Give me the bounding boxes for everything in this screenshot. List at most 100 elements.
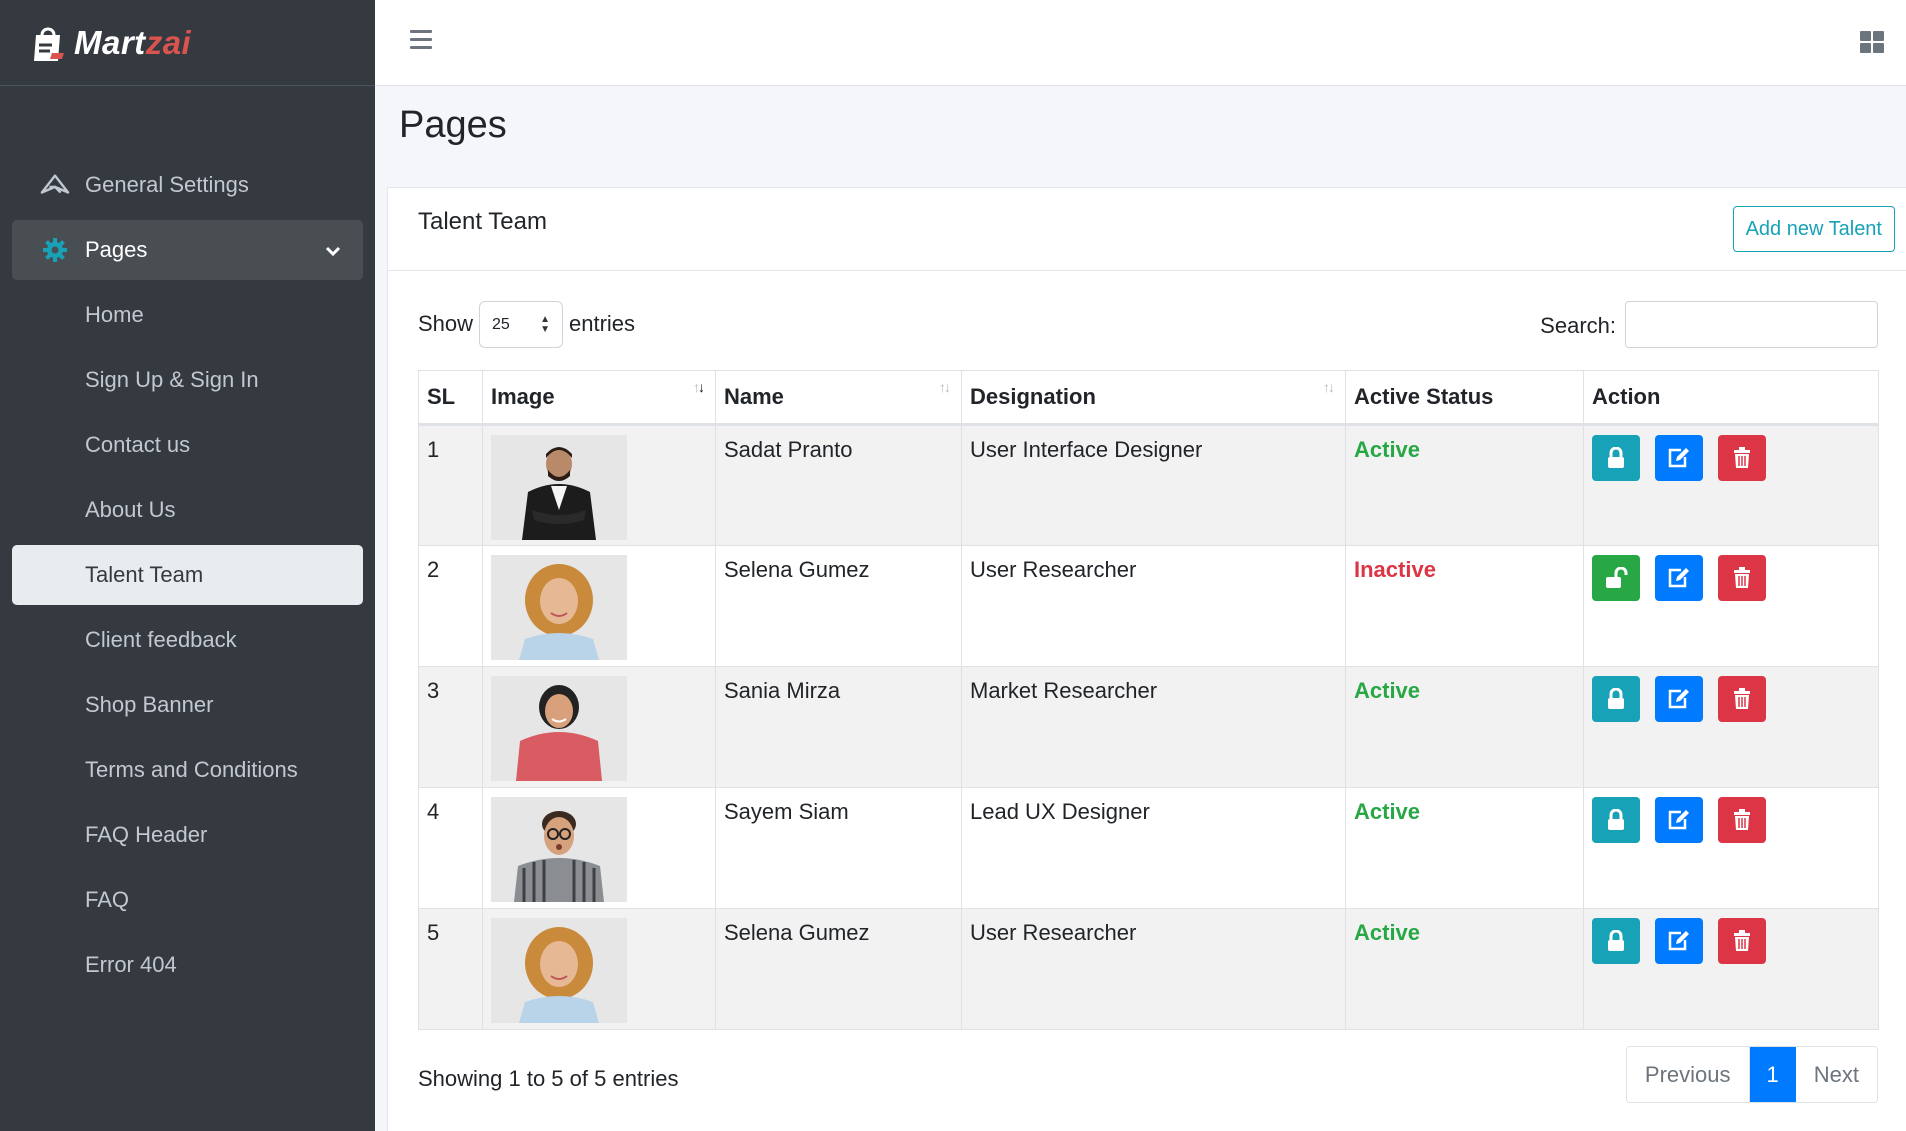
- cell-action: [1583, 908, 1879, 1030]
- sidebar-item-label: Client feedback: [85, 627, 237, 652]
- lock-icon: [1608, 447, 1624, 468]
- edit-button[interactable]: [1655, 435, 1703, 481]
- delete-button[interactable]: [1718, 676, 1766, 722]
- edit-icon: [1668, 448, 1689, 468]
- sidebar-item-client-feedback[interactable]: Client feedback: [12, 610, 363, 670]
- sidebar-item-home[interactable]: Home: [12, 285, 363, 345]
- chevron-down-icon: [325, 237, 341, 263]
- edit-button[interactable]: [1655, 797, 1703, 843]
- talent-photo: [491, 555, 627, 660]
- cell-sl: 4: [418, 787, 483, 909]
- sidebar-item-sign-up-sign-in[interactable]: Sign Up & Sign In: [12, 350, 363, 410]
- cell-status: Active: [1345, 908, 1584, 1030]
- entries-label: entries: [569, 311, 636, 336]
- sidebar-item-talent-team[interactable]: Talent Team: [12, 545, 363, 605]
- trash-icon: [1734, 567, 1750, 588]
- lock-button[interactable]: [1592, 676, 1640, 722]
- cell-action: [1583, 666, 1879, 788]
- cell-name: Sayem Siam: [715, 787, 962, 909]
- lock-icon: [1608, 688, 1624, 709]
- column-header-label: Image: [491, 384, 555, 409]
- search-label: Search:: [1540, 313, 1616, 338]
- talent-photo: [491, 676, 627, 781]
- sidebar-item-general-settings[interactable]: General Settings: [12, 155, 363, 215]
- status-badge: Inactive: [1354, 557, 1436, 582]
- talent-photo: [491, 918, 627, 1023]
- sidebar-item-label: FAQ: [85, 887, 130, 912]
- cell-sl: 5: [418, 908, 483, 1030]
- delete-button[interactable]: [1718, 918, 1766, 964]
- talent-photo: [491, 435, 627, 540]
- cell-status: Inactive: [1345, 545, 1584, 667]
- lock-button[interactable]: [1592, 435, 1640, 481]
- sort-arrows-icon: ↑↓: [693, 379, 705, 395]
- sidebar-item-contact-us[interactable]: Contact us: [12, 415, 363, 475]
- sidebar-item-label: Shop Banner: [85, 692, 214, 717]
- add-new-talent-button[interactable]: Add new Talent: [1732, 206, 1895, 252]
- sidebar-item-label: Contact us: [85, 432, 191, 457]
- column-header-action[interactable]: Action: [1583, 370, 1879, 426]
- sidebar-item-shop-banner[interactable]: Shop Banner: [12, 675, 363, 735]
- entries-per-page-select[interactable]: 25 ▲ ▼: [479, 301, 563, 348]
- edit-button[interactable]: [1655, 918, 1703, 964]
- lock-icon: [1608, 930, 1624, 951]
- unlock-button[interactable]: [1592, 555, 1640, 601]
- show-label: Show: [418, 311, 474, 336]
- next-page-button[interactable]: Next: [1795, 1047, 1877, 1102]
- column-header-designation[interactable]: Designation ↑↓: [961, 370, 1346, 426]
- page-1-button[interactable]: 1: [1749, 1047, 1796, 1102]
- table-row: 5 Selena Gumez User Researcher Active: [418, 908, 1879, 1030]
- edit-button[interactable]: [1655, 555, 1703, 601]
- sidebar-item-faq[interactable]: FAQ: [12, 870, 363, 930]
- top-navbar: [375, 0, 1906, 86]
- trash-icon: [1734, 688, 1750, 709]
- sidebar-item-label: Error 404: [85, 952, 177, 977]
- sidebar-item-faq-header[interactable]: FAQ Header: [12, 805, 363, 865]
- sidebar-item-label: General Settings: [85, 172, 249, 197]
- sidebar-item-terms-and-conditions[interactable]: Terms and Conditions: [12, 740, 363, 800]
- edit-button[interactable]: [1655, 676, 1703, 722]
- search-input[interactable]: [1625, 301, 1878, 348]
- sidebar-item-error-404[interactable]: Error 404: [12, 935, 363, 995]
- cell-image: [482, 545, 716, 667]
- cell-action: [1583, 787, 1879, 909]
- column-header-label: Name: [724, 384, 784, 409]
- status-badge: Active: [1354, 920, 1421, 945]
- column-header-active-status[interactable]: Active Status: [1345, 370, 1584, 426]
- column-header-label: Action: [1592, 384, 1661, 409]
- column-header-name[interactable]: Name ↑↓: [715, 370, 962, 426]
- hamburger-menu-icon[interactable]: [410, 30, 432, 50]
- cell-image: [482, 666, 716, 788]
- cell-action: [1583, 424, 1879, 546]
- delete-button[interactable]: [1718, 797, 1766, 843]
- edit-icon: [1668, 689, 1689, 709]
- cell-image: [482, 787, 716, 909]
- lock-button[interactable]: [1592, 797, 1640, 843]
- table-row: 4 Sayem Siam Lead UX Designer Active: [418, 787, 1879, 909]
- lock-button[interactable]: [1592, 918, 1640, 964]
- cell-image: [482, 424, 716, 546]
- gear-icon: [40, 235, 70, 265]
- edit-icon: [1668, 568, 1689, 588]
- sidebar-item-label: Pages: [85, 237, 148, 262]
- cell-designation: User Researcher: [961, 908, 1346, 1030]
- card-header: Talent Team Add new Talent: [388, 188, 1906, 271]
- delete-button[interactable]: [1718, 555, 1766, 601]
- sidebar-item-about-us[interactable]: About Us: [12, 480, 363, 540]
- grid-apps-icon[interactable]: [1860, 31, 1884, 53]
- cell-designation: User Researcher: [961, 545, 1346, 667]
- previous-page-button[interactable]: Previous: [1626, 1047, 1750, 1102]
- entries-per-page-value: 25: [492, 315, 510, 333]
- cell-image: [482, 908, 716, 1030]
- cell-designation: Lead UX Designer: [961, 787, 1346, 909]
- table-info: Showing 1 to 5 of 5 entries: [418, 1066, 679, 1091]
- cell-name: Sadat Pranto: [715, 424, 962, 546]
- column-header-sl[interactable]: SL: [418, 370, 483, 426]
- sidebar-item-pages[interactable]: Pages: [12, 220, 363, 280]
- trash-icon: [1734, 930, 1750, 951]
- table-header-row: SL Image ↑↓ Name ↑↓ Designation ↑↓ Active S…: [418, 370, 1879, 426]
- column-header-image[interactable]: Image ↑↓: [482, 370, 716, 426]
- brand[interactable]: Martzai: [0, 0, 375, 86]
- delete-button[interactable]: [1718, 435, 1766, 481]
- column-header-label: Designation: [970, 384, 1096, 409]
